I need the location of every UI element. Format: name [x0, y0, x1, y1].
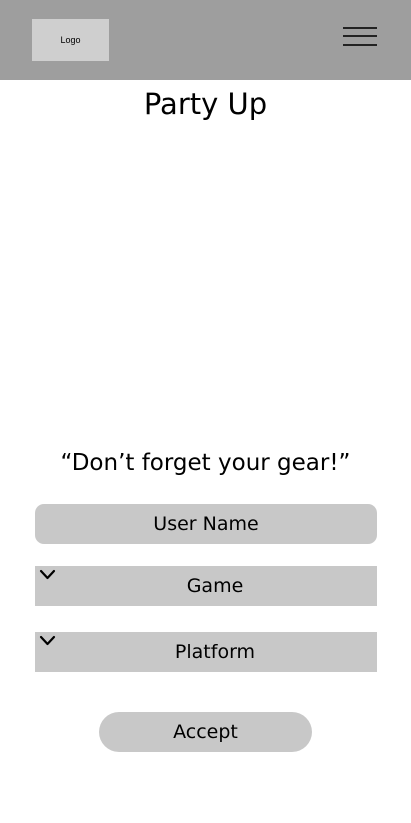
game-select-label: Game — [186, 575, 244, 597]
platform-select-label: Platform — [174, 641, 256, 663]
logo-text: Logo — [60, 35, 81, 45]
page-title: Party Up — [143, 87, 268, 121]
platform-select[interactable]: Platform — [35, 632, 377, 672]
username-input[interactable] — [35, 504, 377, 544]
logo[interactable]: Logo — [32, 19, 109, 61]
quote-text: “Don’t forget your gear!” — [60, 450, 351, 476]
hamburger-menu-icon[interactable] — [343, 26, 377, 46]
game-select[interactable]: Game — [35, 566, 377, 606]
accept-button[interactable]: Accept — [99, 712, 312, 752]
app-header: Logo — [0, 0, 411, 80]
